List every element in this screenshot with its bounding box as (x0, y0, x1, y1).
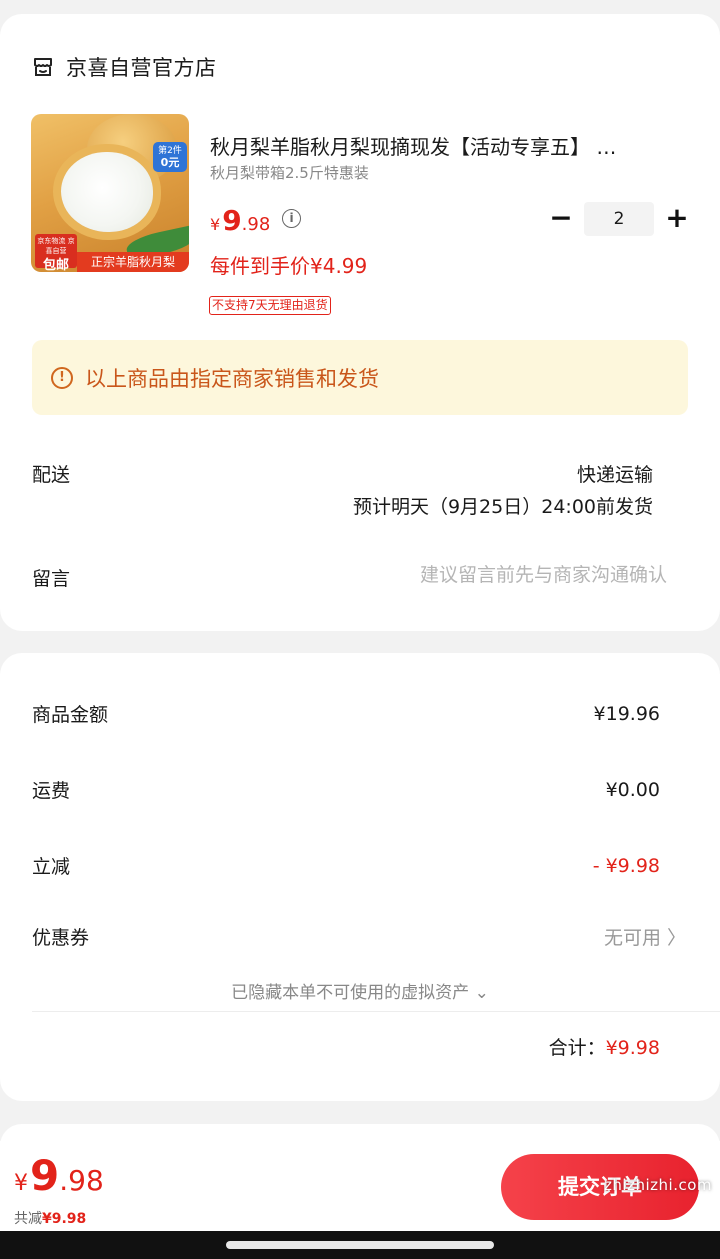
shipping-fee-value: ¥0.00 (605, 779, 660, 801)
home-indicator[interactable] (226, 1241, 494, 1249)
coupon-label: 优惠券 (32, 927, 90, 949)
total-saved-value: ¥9.98 (42, 1211, 87, 1227)
product-title[interactable]: 秋月梨羊脂秋月梨现摘现发【活动专享五】 … (210, 131, 686, 160)
promo-badge-bottom: 0元 (160, 156, 180, 169)
product-price: ¥ 9 .98 (210, 204, 270, 237)
unit-price: 每件到手价¥4.99 (210, 254, 368, 278)
hidden-assets-toggle[interactable]: 已隐藏本单不可使用的虚拟资产 ⌄ (0, 978, 720, 1003)
delivery-eta: 预计明天（9月25日）24:00前发货 (352, 496, 653, 518)
watermark: zhizhizhi.com (604, 1176, 712, 1194)
price-summary-card: 商品金额 ¥19.96 运费 ¥0.00 立减 - ¥9.98 优惠券 无可用 … (0, 653, 720, 1101)
quantity-value[interactable]: 2 (584, 202, 654, 236)
product-banner: 正宗羊脂秋月梨 (77, 252, 189, 272)
checkout-price: ¥ 9 .98 (14, 1151, 104, 1200)
store-icon (32, 56, 54, 78)
increase-button[interactable]: + (664, 202, 690, 236)
checkout-price-integer: 9 (30, 1151, 60, 1200)
quantity-stepper: − 2 + (548, 202, 690, 236)
info-icon[interactable]: i (282, 209, 301, 228)
message-label: 留言 (32, 568, 71, 590)
promo-badge: 第2件 0元 (153, 142, 187, 172)
total-line: 合计：¥9.98 (549, 1033, 660, 1060)
goods-amount-value: ¥19.96 (593, 703, 660, 725)
discount-label: 立减 (32, 856, 71, 878)
product-spec: 秋月梨带箱2.5斤特惠装 (210, 164, 369, 182)
return-policy-badge: 不支持7天无理由退货 (209, 296, 331, 315)
checkout-price-symbol: ¥ (14, 1171, 28, 1196)
seller-notice: ! 以上商品由指定商家销售和发货 (32, 340, 688, 415)
shipping-tag-small: 京东物流 京喜自营 (37, 237, 75, 255)
total-saved-label: 共减 (14, 1211, 42, 1227)
info-icon: ! (51, 366, 73, 389)
decrease-button[interactable]: − (548, 202, 574, 236)
discount-value: - ¥9.98 (592, 855, 660, 877)
price-decimal: .98 (241, 214, 271, 235)
product-thumbnail[interactable]: 第2件 0元 京东物流 京喜自营 包邮 正宗羊脂秋月梨 (31, 114, 189, 272)
store-header[interactable]: 京喜自营官方店 (32, 52, 217, 82)
delivery-label: 配送 (32, 464, 71, 486)
total-value: ¥9.98 (605, 1037, 660, 1059)
delivery-method[interactable]: 快递运输 (577, 460, 653, 487)
total-saved: 共减¥9.98 (14, 1208, 86, 1228)
total-label: 合计： (548, 1037, 606, 1059)
price-integer: 9 (222, 204, 242, 237)
store-name: 京喜自营官方店 (66, 56, 217, 80)
pear-flesh-image (61, 152, 153, 232)
coupon-selector[interactable]: 无可用 〉 (604, 923, 686, 950)
shipping-fee-label: 运费 (32, 780, 71, 802)
message-input[interactable] (337, 564, 667, 586)
shipping-tag: 京东物流 京喜自营 包邮 (35, 234, 77, 272)
checkout-price-decimal: .98 (59, 1164, 104, 1197)
order-card: 京喜自营官方店 第2件 0元 京东物流 京喜自营 包邮 正宗羊脂秋月梨 秋月梨羊… (0, 14, 720, 631)
goods-amount-label: 商品金额 (32, 704, 109, 726)
divider (32, 1011, 720, 1012)
shipping-tag-big: 包邮 (42, 258, 69, 272)
seller-notice-text: 以上商品由指定商家销售和发货 (85, 366, 379, 391)
system-nav-bar (0, 1231, 720, 1259)
price-symbol: ¥ (210, 215, 221, 234)
